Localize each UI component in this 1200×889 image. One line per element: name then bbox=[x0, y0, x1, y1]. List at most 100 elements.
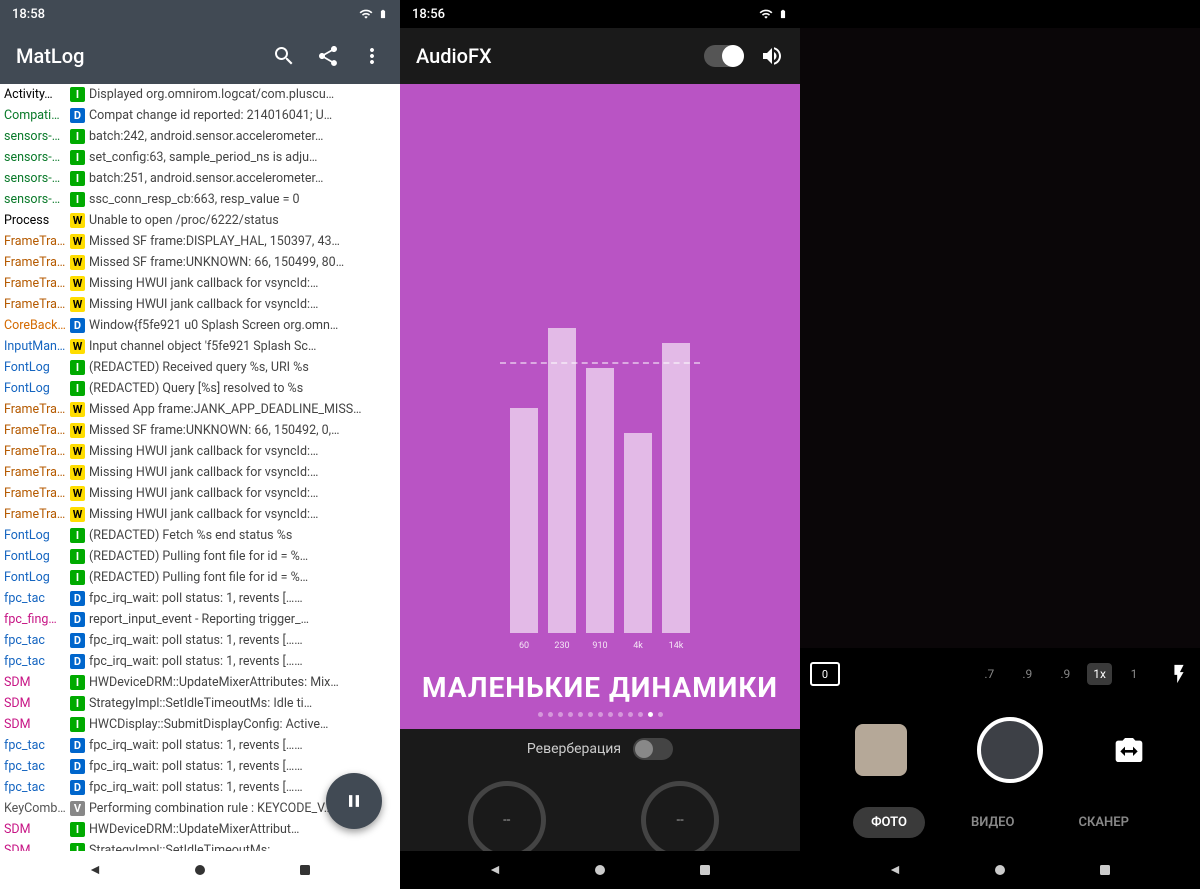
switch-camera-icon[interactable] bbox=[1113, 734, 1145, 766]
log-row[interactable]: InputMan…WInput channel object 'f5fe921 … bbox=[0, 336, 400, 357]
log-level: V bbox=[70, 801, 85, 816]
log-row[interactable]: FontLogI(REDACTED) Fetch %s end status %… bbox=[0, 525, 400, 546]
volume-icon[interactable] bbox=[760, 44, 784, 68]
zoom-level[interactable]: .7 bbox=[973, 667, 1005, 681]
dot[interactable] bbox=[658, 712, 663, 717]
dot[interactable] bbox=[568, 712, 573, 717]
log-row[interactable]: fpc_tacDfpc_irq_wait: poll status: 1, re… bbox=[0, 630, 400, 651]
log-row[interactable]: SDMIHWCDisplay::SubmitDisplayConfig: Act… bbox=[0, 714, 400, 735]
nav-home[interactable] bbox=[990, 860, 1010, 880]
eq-bar[interactable] bbox=[510, 408, 538, 633]
eq-bar[interactable] bbox=[548, 328, 576, 633]
log-row[interactable]: ProcessWUnable to open /proc/6222/status bbox=[0, 210, 400, 231]
knob-dial[interactable]: -- bbox=[468, 781, 546, 859]
log-row[interactable]: FrameTra…WMissing HWUI jank callback for… bbox=[0, 441, 400, 462]
camera-modes[interactable]: ФОТО ВИДЕО СКАНЕР bbox=[800, 800, 1200, 844]
log-row[interactable]: FontLogI(REDACTED) Pulling font file for… bbox=[0, 567, 400, 588]
eq-bar[interactable] bbox=[586, 368, 614, 633]
log-row[interactable]: FontLogI(REDACTED) Query [%s] resolved t… bbox=[0, 378, 400, 399]
nav-recent[interactable] bbox=[295, 860, 315, 880]
log-row[interactable]: FrameTra…WMissed SF frame:UNKNOWN: 66, 1… bbox=[0, 420, 400, 441]
nav-back[interactable] bbox=[885, 860, 905, 880]
master-toggle[interactable] bbox=[704, 45, 744, 67]
dot[interactable] bbox=[648, 712, 653, 717]
log-row[interactable]: sensors-…Issc_conn_resp_cb:663, resp_val… bbox=[0, 189, 400, 210]
zoom-level[interactable]: .9 bbox=[1011, 667, 1043, 681]
log-row[interactable]: FrameTra…WMissing HWUI jank callback for… bbox=[0, 483, 400, 504]
pause-fab[interactable] bbox=[326, 773, 382, 829]
log-row[interactable]: fpc_fing…Dreport_input_event - Reporting… bbox=[0, 609, 400, 630]
camera-viewfinder[interactable] bbox=[800, 28, 1200, 648]
dot[interactable] bbox=[618, 712, 623, 717]
eq-freq: 910 bbox=[586, 641, 614, 651]
log-row[interactable]: sensors-…Ibatch:251, android.sensor.acce… bbox=[0, 168, 400, 189]
log-row[interactable]: FrameTra…WMissing HWUI jank callback for… bbox=[0, 294, 400, 315]
log-row[interactable]: FrameTra…WMissed SF frame:UNKNOWN: 66, 1… bbox=[0, 252, 400, 273]
log-row[interactable]: fpc_tacDfpc_irq_wait: poll status: 1, re… bbox=[0, 735, 400, 756]
dot[interactable] bbox=[588, 712, 593, 717]
eq-bar[interactable] bbox=[662, 343, 690, 633]
log-row[interactable]: SDMIStrategyImpl::SetIdleTimeoutMs: bbox=[0, 840, 400, 851]
shutter-button[interactable] bbox=[977, 717, 1043, 783]
log-message: Missed SF frame:UNKNOWN: 66, 150499, 80… bbox=[89, 255, 344, 270]
nav-recent[interactable] bbox=[695, 860, 715, 880]
nav-home[interactable] bbox=[190, 860, 210, 880]
log-row[interactable]: fpc_tacDfpc_irq_wait: poll status: 1, re… bbox=[0, 588, 400, 609]
exposure-box[interactable]: 0 bbox=[810, 662, 840, 686]
app-bar: AudioFX bbox=[400, 28, 800, 84]
zoom-level[interactable]: 1x bbox=[1087, 663, 1112, 685]
log-message: Missing HWUI jank callback for vsyncId:… bbox=[89, 297, 318, 312]
dot[interactable] bbox=[608, 712, 613, 717]
dot[interactable] bbox=[548, 712, 553, 717]
matlog-panel: 18:58 MatLog Activity…IDisplayed org.omn… bbox=[0, 0, 400, 889]
nav-back[interactable] bbox=[485, 860, 505, 880]
log-row[interactable]: sensors-…Ibatch:242, android.sensor.acce… bbox=[0, 126, 400, 147]
log-row[interactable]: fpc_tacDfpc_irq_wait: poll status: 1, re… bbox=[0, 651, 400, 672]
equalizer-area[interactable]: 602309104k14k МАЛЕНЬКИЕ ДИНАМИКИ bbox=[400, 84, 800, 729]
log-message: (REDACTED) Pulling font file for id = %… bbox=[89, 570, 308, 585]
nav-home[interactable] bbox=[590, 860, 610, 880]
gallery-thumb[interactable] bbox=[855, 724, 907, 776]
eq-bars[interactable] bbox=[510, 328, 690, 633]
camera-panel: 0 .7 .9 .9 1x 1 ФОТО ВИДЕО СКАНЕР bbox=[800, 0, 1200, 889]
log-row[interactable]: FrameTra…WMissing HWUI jank callback for… bbox=[0, 462, 400, 483]
log-list[interactable]: Activity…IDisplayed org.omnirom.logcat/c… bbox=[0, 84, 400, 851]
log-row[interactable]: Activity…IDisplayed org.omnirom.logcat/c… bbox=[0, 84, 400, 105]
eq-bar[interactable] bbox=[624, 433, 652, 633]
dot[interactable] bbox=[558, 712, 563, 717]
mode-tab[interactable]: ВИДЕО bbox=[953, 807, 1033, 838]
log-message: report_input_event - Reporting trigger_… bbox=[89, 612, 309, 627]
log-message: Missed SF frame:UNKNOWN: 66, 150492, 0,… bbox=[89, 423, 340, 438]
log-row[interactable]: FontLogI(REDACTED) Pulling font file for… bbox=[0, 546, 400, 567]
nav-recent[interactable] bbox=[1095, 860, 1115, 880]
log-row[interactable]: sensors-…Iset_config:63, sample_period_n… bbox=[0, 147, 400, 168]
reverb-toggle[interactable] bbox=[633, 738, 673, 760]
log-row[interactable]: fpc_tacDfpc_irq_wait: poll status: 1, re… bbox=[0, 756, 400, 777]
zoom-level[interactable]: 1 bbox=[1118, 667, 1150, 681]
nav-back[interactable] bbox=[85, 860, 105, 880]
log-row[interactable]: CoreBack…DWindow{f5fe921 u0 Splash Scree… bbox=[0, 315, 400, 336]
share-icon[interactable] bbox=[316, 44, 340, 68]
flash-icon[interactable] bbox=[1168, 663, 1190, 685]
preset-dots[interactable] bbox=[538, 712, 663, 717]
menu-icon[interactable] bbox=[360, 44, 384, 68]
log-row[interactable]: SDMIStrategyImpl::SetIdleTimeoutMs: Idle… bbox=[0, 693, 400, 714]
log-row[interactable]: FrameTra…WMissing HWUI jank callback for… bbox=[0, 273, 400, 294]
dot[interactable] bbox=[598, 712, 603, 717]
knob-dial[interactable]: -- bbox=[641, 781, 719, 859]
log-row[interactable]: FrameTra…WMissed SF frame:DISPLAY_HAL, 1… bbox=[0, 231, 400, 252]
dot[interactable] bbox=[578, 712, 583, 717]
log-row[interactable]: Compatib…DCompat change id reported: 214… bbox=[0, 105, 400, 126]
log-row[interactable]: FontLogI(REDACTED) Received query %s, UR… bbox=[0, 357, 400, 378]
log-row[interactable]: FrameTra…WMissed App frame:JANK_APP_DEAD… bbox=[0, 399, 400, 420]
mode-tab[interactable]: ФОТО bbox=[853, 807, 925, 838]
zoom-level[interactable]: .9 bbox=[1049, 667, 1081, 681]
log-message: (REDACTED) Query [%s] resolved to %s bbox=[89, 381, 303, 396]
dot[interactable] bbox=[638, 712, 643, 717]
log-row[interactable]: SDMIHWDeviceDRM::UpdateMixerAttributes: … bbox=[0, 672, 400, 693]
dot[interactable] bbox=[628, 712, 633, 717]
mode-tab[interactable]: СКАНЕР bbox=[1060, 807, 1146, 838]
dot[interactable] bbox=[538, 712, 543, 717]
search-icon[interactable] bbox=[272, 44, 296, 68]
log-row[interactable]: FrameTra…WMissing HWUI jank callback for… bbox=[0, 504, 400, 525]
